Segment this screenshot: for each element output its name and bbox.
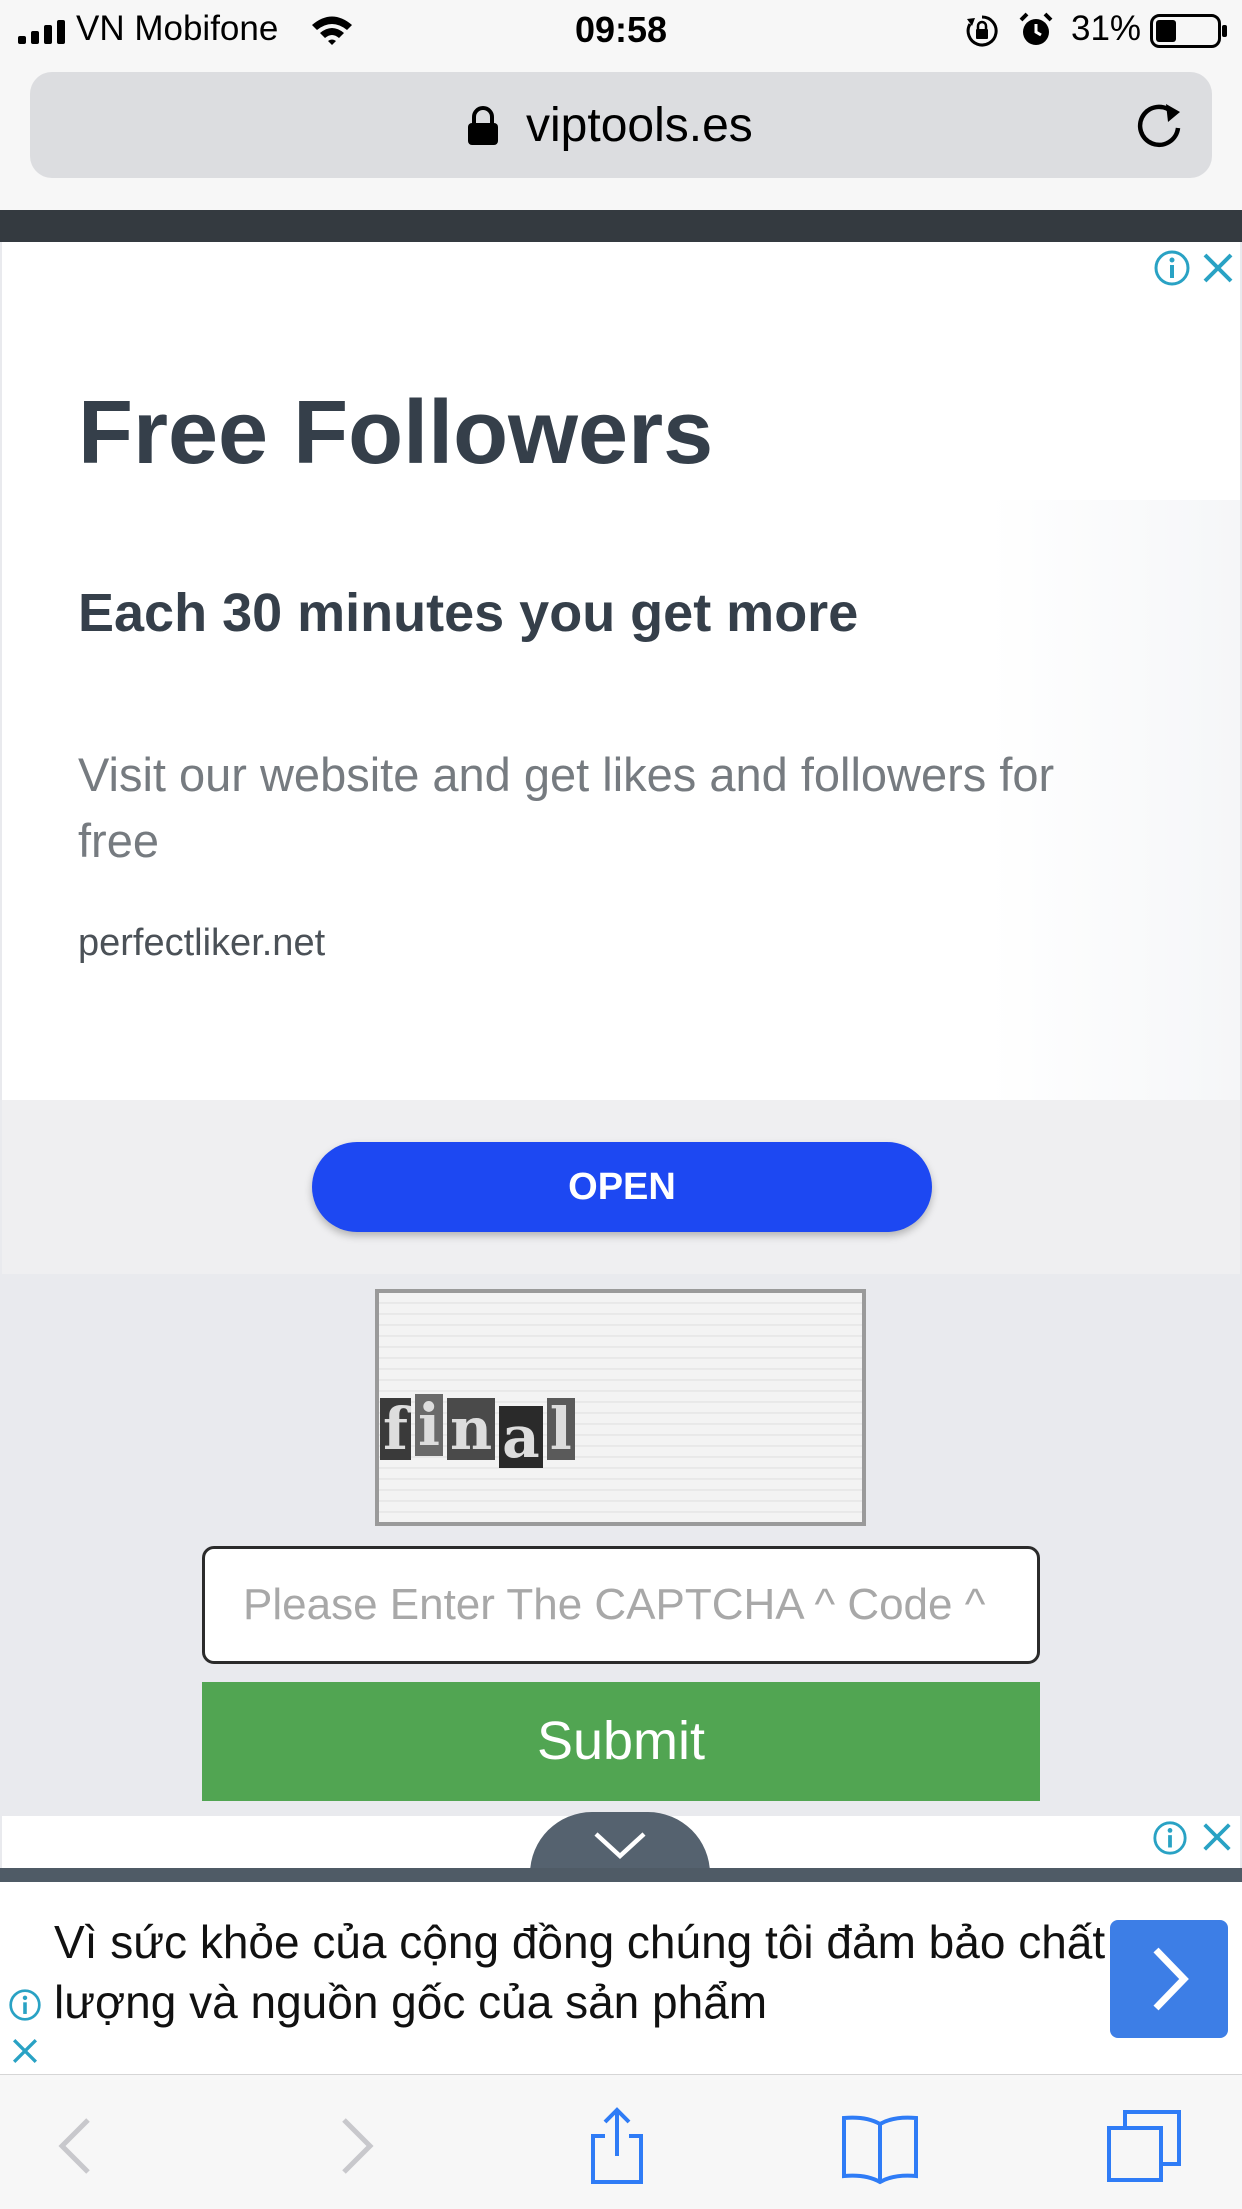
captcha-input[interactable] xyxy=(202,1546,1040,1664)
submit-button[interactable]: Submit xyxy=(202,1682,1040,1801)
ad-headline[interactable]: Free Followers xyxy=(78,382,713,485)
battery-percent: 31% xyxy=(1071,9,1142,48)
site-header-band xyxy=(0,210,1242,242)
captcha-letter: i xyxy=(414,1394,443,1456)
lock-icon xyxy=(468,106,498,145)
ad-close-icon[interactable] xyxy=(1200,1820,1234,1854)
ad-subheadline[interactable]: Each 30 minutes you get more xyxy=(78,582,858,644)
bottom-ad-arrow-button[interactable] xyxy=(1110,1920,1228,2038)
share-icon[interactable] xyxy=(577,2106,657,2186)
url-text[interactable]: viptools.es xyxy=(526,98,753,153)
bookmarks-icon[interactable] xyxy=(840,2106,920,2186)
back-icon[interactable] xyxy=(40,2106,120,2186)
orientation-lock-icon xyxy=(966,15,998,47)
chevron-right-icon xyxy=(1153,1947,1189,2011)
captcha-letter: n xyxy=(447,1398,496,1460)
alarm-icon xyxy=(1019,12,1053,45)
chevron-down-icon[interactable] xyxy=(592,1828,648,1862)
captcha-text: final xyxy=(380,1394,579,1468)
captcha-letter: l xyxy=(546,1398,575,1460)
tabs-icon[interactable] xyxy=(1105,2106,1185,2186)
captcha-letter: f xyxy=(380,1398,411,1460)
ad-close-icon[interactable] xyxy=(1200,250,1236,286)
bottom-ad-text[interactable]: Vì sức khỏe của cộng đồng chúng tôi đảm … xyxy=(54,1912,1114,2032)
captcha-letter: a xyxy=(499,1406,543,1468)
clock: 09:58 xyxy=(574,9,668,50)
ad-info-icon[interactable] xyxy=(1153,249,1191,287)
ad-info-icon[interactable] xyxy=(1152,1820,1188,1856)
ad-divider xyxy=(0,1868,1242,1882)
ad-info-icon[interactable] xyxy=(8,1988,42,2022)
forward-icon[interactable] xyxy=(312,2106,392,2186)
battery-icon xyxy=(1150,14,1227,48)
ad-close-icon[interactable] xyxy=(10,2036,40,2066)
ad-description[interactable]: Visit our website and get likes and foll… xyxy=(78,742,1118,874)
ad-domain[interactable]: perfectliker.net xyxy=(78,922,325,965)
reload-icon[interactable] xyxy=(1134,100,1186,152)
ad-open-button[interactable]: OPEN xyxy=(312,1142,932,1232)
